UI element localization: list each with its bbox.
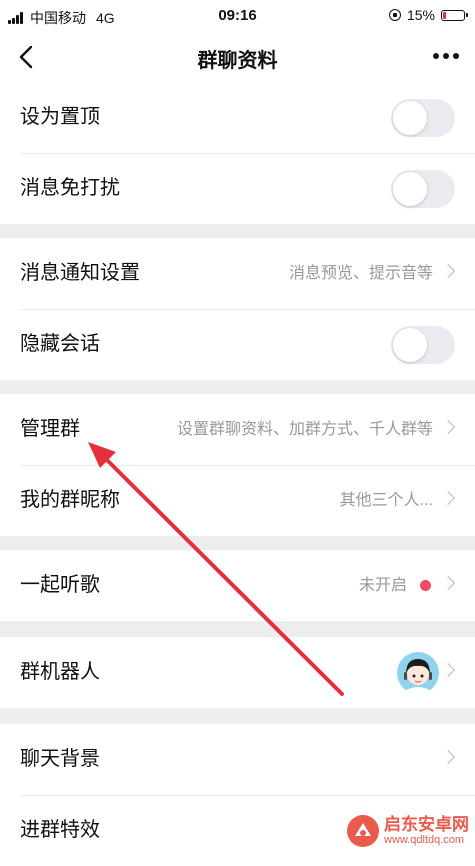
settings-group-notify: 消息通知设置 消息预览、提示音等 隐藏会话	[0, 238, 475, 380]
hide-chat-row: 隐藏会话	[0, 309, 475, 380]
chevron-right-icon	[440, 490, 456, 506]
mute-row: 消息免打扰	[0, 153, 475, 224]
battery-icon	[441, 9, 468, 21]
nickname-row[interactable]: 我的群昵称 其他三个人...	[0, 465, 475, 536]
battery-percent: 15%	[406, 7, 435, 23]
chat-background-row[interactable]: 聊天背景	[0, 724, 475, 795]
chevron-right-icon	[440, 419, 456, 435]
hide-label: 隐藏会话	[20, 333, 100, 355]
notify-label: 消息通知设置	[20, 262, 140, 284]
chevron-right-icon	[440, 263, 456, 279]
new-indicator-dot	[420, 580, 431, 591]
pin-toggle[interactable]	[391, 99, 455, 137]
rotation-lock-icon	[388, 9, 401, 21]
listen-together-row[interactable]: 一起听歌 未开启	[0, 550, 475, 621]
settings-group-top: 设为置顶 消息免打扰	[0, 82, 475, 224]
watermark-brand: 启东安卓网	[384, 814, 469, 834]
notify-settings-row[interactable]: 消息通知设置 消息预览、提示音等	[0, 238, 475, 309]
settings-group-manage: 管理群 设置群聊资料、加群方式、千人群等 我的群昵称 其他三个人...	[0, 394, 475, 536]
nav-bar: 群聊资料	[0, 32, 475, 82]
mute-label: 消息免打扰	[20, 177, 120, 199]
settings-group-listen: 一起听歌 未开启	[0, 550, 475, 621]
chevron-right-icon	[440, 575, 456, 591]
manage-value: 设置群聊资料、加群方式、千人群等	[176, 421, 433, 438]
chevron-right-icon	[440, 662, 456, 678]
status-bar: 中国移动 4G 09:16 15%	[0, 0, 475, 32]
listen-label: 一起听歌	[20, 574, 100, 596]
pin-row: 设为置顶	[0, 82, 475, 153]
nickname-label: 我的群昵称	[20, 489, 120, 511]
nickname-value: 其他三个人...	[339, 492, 433, 509]
group-robot-row[interactable]: 群机器人	[0, 637, 475, 708]
chevron-right-icon	[440, 749, 456, 765]
hide-toggle[interactable]	[391, 326, 455, 364]
pin-label: 设为置顶	[20, 106, 100, 128]
page-title: 群聊资料	[197, 50, 278, 72]
listen-value: 未开启	[358, 577, 407, 594]
more-dots-icon[interactable]	[429, 53, 459, 59]
background-label: 聊天背景	[20, 748, 100, 770]
status-right: 15%	[388, 7, 468, 23]
mute-toggle[interactable]	[391, 170, 455, 208]
manage-group-row[interactable]: 管理群 设置群聊资料、加群方式、千人群等	[0, 394, 475, 465]
robot-label: 群机器人	[20, 661, 100, 683]
effect-label: 进群特效	[20, 819, 100, 841]
robot-avatar	[397, 652, 439, 694]
watermark: 启东安卓网 www.qdltdq.com	[346, 814, 469, 848]
watermark-url: www.qdltdq.com	[384, 833, 465, 846]
notify-value: 消息预览、提示音等	[288, 265, 433, 282]
manage-label: 管理群	[20, 418, 80, 440]
watermark-logo-icon	[347, 815, 379, 847]
settings-group-robot: 群机器人	[0, 637, 475, 708]
